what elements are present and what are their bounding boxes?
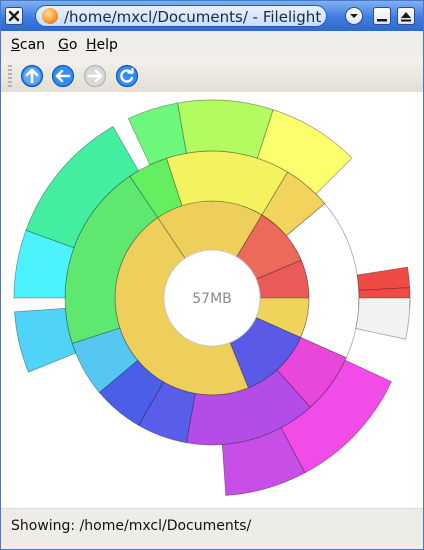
menu-help-label: elp xyxy=(96,37,118,53)
segment-cyan-outer-2[interactable] xyxy=(14,307,77,373)
main-toolbar xyxy=(1,59,423,93)
close-button[interactable] xyxy=(5,7,23,25)
menu-help[interactable]: Help xyxy=(86,37,118,53)
maximize-icon xyxy=(401,12,411,22)
back-icon[interactable] xyxy=(51,64,75,88)
window-title-pill: /home/mxcl/Documents/ - Filelight xyxy=(35,5,327,27)
toolbar-grip[interactable] xyxy=(8,65,12,87)
title-bar[interactable]: /home/mxcl/Documents/ - Filelight xyxy=(1,1,423,31)
close-icon xyxy=(8,10,20,22)
forward-icon[interactable] xyxy=(83,64,107,88)
menu-help-mnemonic: H xyxy=(86,37,97,53)
menu-bar: Scan Go Help xyxy=(1,31,423,59)
radial-map[interactable]: 57MB xyxy=(1,92,423,508)
maximize-button[interactable] xyxy=(397,7,415,25)
radial-map-canvas[interactable]: 57MB xyxy=(1,92,423,508)
segment-red-outer-a[interactable] xyxy=(356,266,411,291)
menu-scan-label: can xyxy=(19,37,46,53)
menu-go[interactable]: Go xyxy=(58,37,77,53)
filelight-app-icon xyxy=(42,8,58,24)
filelight-window: /home/mxcl/Documents/ - Filelight Scan G… xyxy=(0,0,424,550)
menu-scan[interactable]: Scan xyxy=(11,37,45,53)
status-bar: Showing: /home/mxcl/Documents/ xyxy=(1,508,423,549)
segment-lime-outer[interactable] xyxy=(177,99,274,159)
status-text: Showing: /home/mxcl/Documents/ xyxy=(11,518,252,534)
menu-scan-mnemonic: S xyxy=(11,37,20,53)
minimize-button[interactable] xyxy=(373,7,391,25)
segment-light[interactable] xyxy=(355,297,411,340)
menu-go-label: o xyxy=(68,37,78,53)
menu-go-mnemonic: G xyxy=(58,37,69,53)
refresh-icon[interactable] xyxy=(115,64,139,88)
chevron-down-icon xyxy=(350,14,358,18)
up-icon[interactable] xyxy=(20,64,44,88)
center-size-label: 57MB xyxy=(192,291,232,307)
minimize-icon xyxy=(377,19,387,22)
window-title: /home/mxcl/Documents/ - Filelight xyxy=(64,8,322,26)
window-menu-button[interactable] xyxy=(345,7,363,25)
